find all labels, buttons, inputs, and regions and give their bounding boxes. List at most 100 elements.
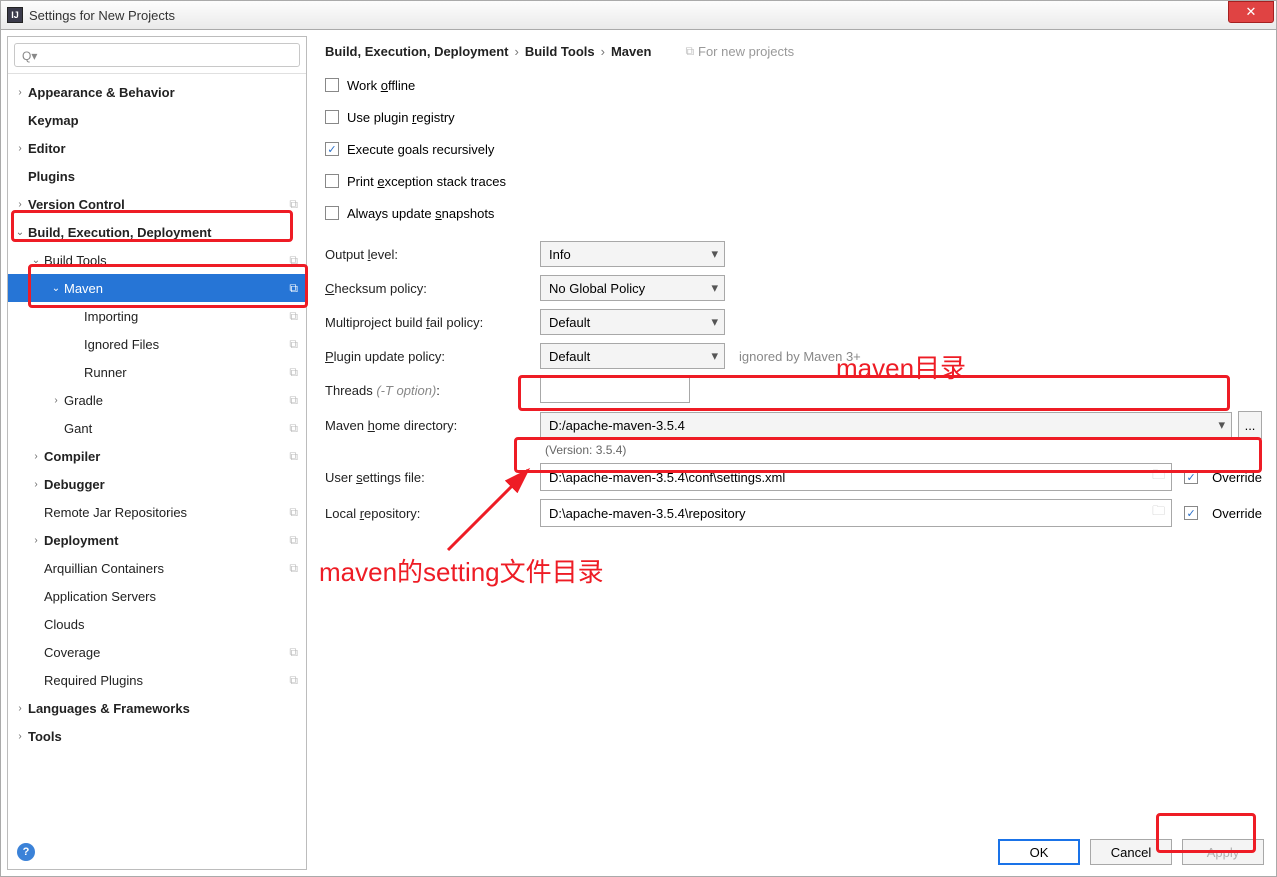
sidebar-item-label: Required Plugins <box>44 673 289 688</box>
use-plugin-registry-row: Use plugin registry <box>325 105 1262 129</box>
chevron-icon: › <box>28 479 44 490</box>
local-repo-label: Local repository: <box>325 506 540 521</box>
folder-icon[interactable]: 🗀 <box>1152 466 1165 488</box>
apply-button[interactable]: Apply <box>1182 839 1264 865</box>
maven-version-label: (Version: 3.5.4) <box>545 443 1262 457</box>
use-plugin-registry-checkbox[interactable] <box>325 110 339 124</box>
breadcrumb-part[interactable]: Build Tools <box>525 44 595 59</box>
copy-icon: ⧉ <box>289 645 298 660</box>
copy-icon: ⧉ <box>289 393 298 408</box>
sidebar-item-ignored-files[interactable]: Ignored Files⧉ <box>8 330 306 358</box>
sidebar-item-label: Ignored Files <box>84 337 289 352</box>
user-settings-override[interactable]: ✓ Override <box>1184 470 1262 485</box>
sidebar-item-editor[interactable]: ›Editor <box>8 134 306 162</box>
chevron-icon: ⌄ <box>28 255 44 266</box>
close-button[interactable]: ✕ <box>1228 1 1274 23</box>
local-repo-input[interactable]: D:\apache-maven-3.5.4\repository 🗀 <box>540 499 1172 527</box>
sidebar-item-debugger[interactable]: ›Debugger <box>8 470 306 498</box>
sidebar-item-gradle[interactable]: ›Gradle⧉ <box>8 386 306 414</box>
plugin-update-label: Plugin update policy: <box>325 349 540 364</box>
copy-icon: ⧉ <box>289 281 298 296</box>
sidebar-item-build-execution-deployment[interactable]: ⌄Build, Execution, Deployment <box>8 218 306 246</box>
always-update-row: Always update snapshots <box>325 201 1262 225</box>
print-exception-row: Print exception stack traces <box>325 169 1262 193</box>
sidebar-item-label: Editor <box>28 141 298 156</box>
folder-icon[interactable]: 🗀 <box>1152 502 1165 524</box>
execute-goals-checkbox[interactable]: ✓ <box>325 142 339 156</box>
maven-home-row: Maven home directory: D:/apache-maven-3.… <box>325 411 1262 439</box>
sidebar-item-importing[interactable]: Importing⧉ <box>8 302 306 330</box>
copy-icon: ⧉ <box>289 561 298 576</box>
user-settings-input[interactable]: D:\apache-maven-3.5.4\conf\settings.xml … <box>540 463 1172 491</box>
threads-input[interactable] <box>540 377 690 403</box>
sidebar-item-deployment[interactable]: ›Deployment⧉ <box>8 526 306 554</box>
sidebar-item-label: Importing <box>84 309 289 324</box>
sidebar-item-clouds[interactable]: Clouds <box>8 610 306 638</box>
breadcrumb-part[interactable]: Maven <box>611 44 651 59</box>
ok-button[interactable]: OK <box>998 839 1080 865</box>
sidebar-item-maven[interactable]: ⌄Maven⧉ <box>8 274 306 302</box>
copy-icon: ⧉ <box>289 533 298 548</box>
sidebar-item-label: Build, Execution, Deployment <box>28 225 298 240</box>
multiproject-fail-label: Multiproject build fail policy: <box>325 315 540 330</box>
sidebar-item-languages-frameworks[interactable]: ›Languages & Frameworks <box>8 694 306 722</box>
sidebar-item-version-control[interactable]: ›Version Control⧉ <box>8 190 306 218</box>
sidebar-item-label: Deployment <box>44 533 289 548</box>
copy-icon: ⧉ <box>289 673 298 688</box>
threads-label: Threads (-T option): <box>325 383 540 398</box>
sidebar-item-compiler[interactable]: ›Compiler⧉ <box>8 442 306 470</box>
chevron-icon: › <box>28 535 44 546</box>
sidebar-item-arquillian-containers[interactable]: Arquillian Containers⧉ <box>8 554 306 582</box>
sidebar-item-label: Runner <box>84 365 289 380</box>
override-checkbox[interactable]: ✓ <box>1184 506 1198 520</box>
copy-icon: ⧉ <box>289 337 298 352</box>
multiproject-fail-select[interactable]: Default <box>540 309 725 335</box>
work-offline-row: Work offline <box>325 73 1262 97</box>
sidebar-item-gant[interactable]: Gant⧉ <box>8 414 306 442</box>
help-icon[interactable]: ? <box>17 843 35 861</box>
work-offline-checkbox[interactable] <box>325 78 339 92</box>
plugin-update-row: Plugin update policy: Default ignored by… <box>325 343 1262 369</box>
maven-home-label: Maven home directory: <box>325 418 540 433</box>
checksum-policy-select[interactable]: No Global Policy <box>540 275 725 301</box>
sidebar-item-remote-jar-repositories[interactable]: Remote Jar Repositories⧉ <box>8 498 306 526</box>
user-settings-row: User settings file: D:\apache-maven-3.5.… <box>325 463 1262 491</box>
sidebar-item-label: Gradle <box>64 393 289 408</box>
plugin-update-note: ignored by Maven 3+ <box>739 349 861 364</box>
sidebar-item-appearance-behavior[interactable]: ›Appearance & Behavior <box>8 78 306 106</box>
chevron-icon: › <box>12 703 28 714</box>
chevron-icon: › <box>12 731 28 742</box>
sidebar-item-keymap[interactable]: Keymap <box>8 106 306 134</box>
search-icon: Q▾ <box>22 49 37 63</box>
sidebar-item-plugins[interactable]: Plugins <box>8 162 306 190</box>
use-plugin-registry-label: Use plugin registry <box>347 110 455 125</box>
output-level-label: Output level: <box>325 247 540 262</box>
copy-icon: ⧉ <box>289 449 298 464</box>
local-repo-override[interactable]: ✓ Override <box>1184 506 1262 521</box>
copy-icon: ⧉ <box>685 44 694 59</box>
sidebar-item-label: Remote Jar Repositories <box>44 505 289 520</box>
button-bar: ? OK Cancel Apply <box>7 834 1270 870</box>
sidebar-item-application-servers[interactable]: Application Servers <box>8 582 306 610</box>
sidebar-item-runner[interactable]: Runner⧉ <box>8 358 306 386</box>
maven-home-select[interactable]: D:/apache-maven-3.5.4 <box>540 412 1232 438</box>
multiproject-fail-row: Multiproject build fail policy: Default <box>325 309 1262 335</box>
print-exception-checkbox[interactable] <box>325 174 339 188</box>
output-level-select[interactable]: Info <box>540 241 725 267</box>
browse-button[interactable]: ... <box>1238 411 1262 439</box>
search-input[interactable] <box>14 43 300 67</box>
sidebar-item-required-plugins[interactable]: Required Plugins⧉ <box>8 666 306 694</box>
sidebar-item-label: Application Servers <box>44 589 298 604</box>
sidebar-item-label: Gant <box>64 421 289 436</box>
breadcrumb-part[interactable]: Build, Execution, Deployment <box>325 44 508 59</box>
plugin-update-select[interactable]: Default <box>540 343 725 369</box>
sidebar-item-coverage[interactable]: Coverage⧉ <box>8 638 306 666</box>
always-update-checkbox[interactable] <box>325 206 339 220</box>
sidebar-item-label: Keymap <box>28 113 298 128</box>
sidebar-item-tools[interactable]: ›Tools <box>8 722 306 750</box>
sidebar-item-build-tools[interactable]: ⌄Build Tools⧉ <box>8 246 306 274</box>
settings-tree[interactable]: ›Appearance & BehaviorKeymap›EditorPlugi… <box>8 74 306 754</box>
override-checkbox[interactable]: ✓ <box>1184 470 1198 484</box>
checksum-policy-label: Checksum policy: <box>325 281 540 296</box>
cancel-button[interactable]: Cancel <box>1090 839 1172 865</box>
